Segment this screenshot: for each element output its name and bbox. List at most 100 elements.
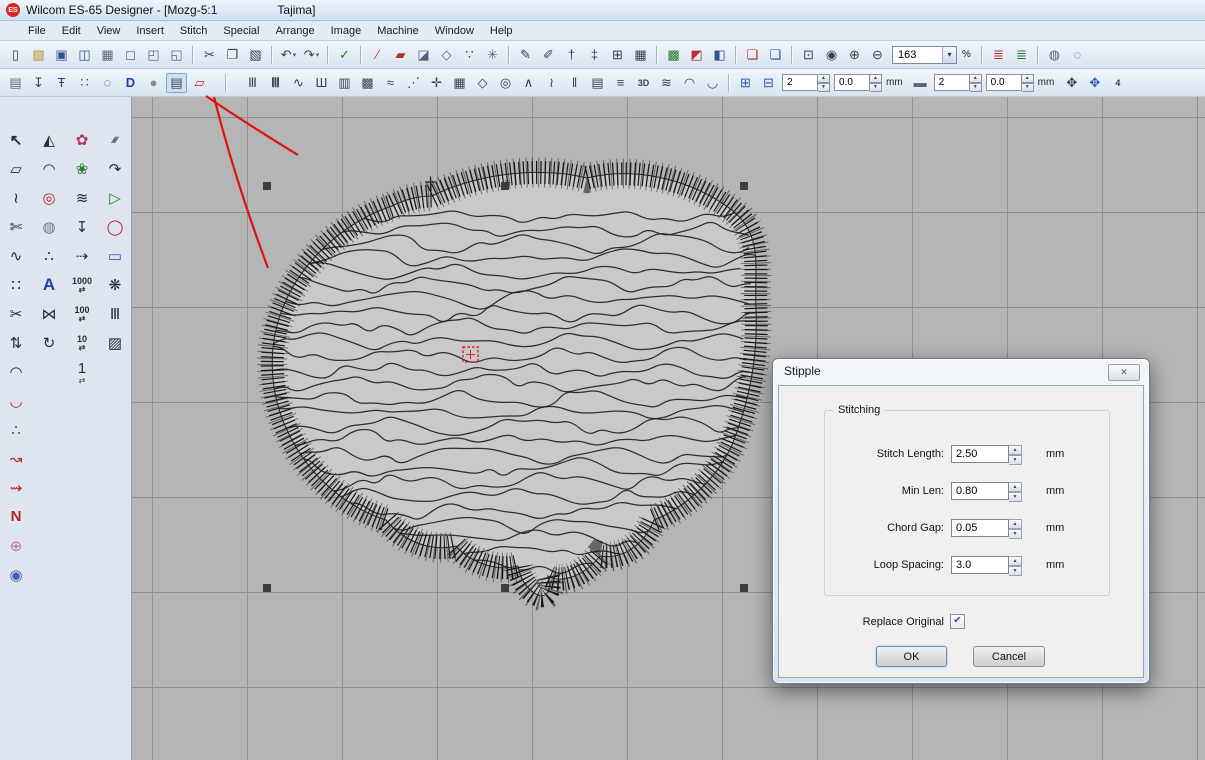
write-to-machine-icon[interactable]: ◰	[143, 45, 164, 65]
rotate-tool[interactable]: ↻	[33, 328, 66, 357]
arc-digitize-tool[interactable]: ↷	[99, 154, 132, 183]
line-fill-icon[interactable]: ≡	[610, 73, 631, 93]
grid-size-input[interactable]	[834, 74, 870, 91]
cut-icon[interactable]: ✂	[199, 45, 220, 65]
overlap-front-icon[interactable]: ❏	[742, 45, 763, 65]
dot-icon[interactable]: ●	[143, 73, 164, 93]
dialog-close-button[interactable]: ✕	[1108, 364, 1140, 381]
spin-down-icon[interactable]: ▼	[818, 83, 830, 92]
reshape-tool[interactable]: ◭	[33, 125, 66, 154]
pan-horizontal-icon[interactable]: ✥	[1061, 73, 1082, 93]
spin-up-icon[interactable]: ▲	[870, 74, 882, 83]
redo-icon[interactable]: ↷▾	[301, 45, 322, 65]
wave-fill-icon[interactable]: ≈	[380, 73, 401, 93]
outline-stitch-icon[interactable]: ◇	[436, 45, 457, 65]
handle-top-left[interactable]	[263, 182, 271, 190]
loop-spacing-spinner[interactable]: ▲▼	[1009, 556, 1022, 574]
outline-view-icon[interactable]: ◌	[97, 73, 118, 93]
guide-size-input[interactable]	[986, 74, 1022, 91]
auto-lettering-icon[interactable]: Ŧ	[51, 73, 72, 93]
loop-spacing-input[interactable]	[951, 556, 1009, 574]
show-outlines-icon[interactable]: ◌	[1067, 45, 1088, 65]
motif-fill-icon[interactable]: ✳	[482, 45, 503, 65]
satin-narrow-icon[interactable]: Ⅲ	[242, 73, 263, 93]
handle-top-right[interactable]	[740, 182, 748, 190]
stitch-edit-tool[interactable]: ∴	[33, 241, 66, 270]
stitch-cross-marks-tool[interactable]: ∴	[0, 415, 33, 444]
color-film-icon[interactable]: ▩	[663, 45, 684, 65]
chevron-down-icon[interactable]: ▾	[942, 47, 956, 63]
travel-1000-tool[interactable]: 1000⇄	[66, 270, 99, 299]
min-len-input[interactable]	[951, 482, 1009, 500]
design-properties-icon[interactable]: ◧	[709, 45, 730, 65]
stipple-run-icon[interactable]: ▤	[166, 73, 187, 93]
menu-window[interactable]: Window	[427, 23, 482, 39]
zigzag-tool[interactable]: ∿	[0, 241, 33, 270]
overview-window-icon[interactable]: ▦	[630, 45, 651, 65]
spiral-fill-icon[interactable]: ◎	[495, 73, 516, 93]
thread-colors-icon[interactable]: ◩	[686, 45, 707, 65]
zoom-level-combo[interactable]: 163 ▾	[892, 46, 957, 64]
contour-fill-icon[interactable]: ◇	[472, 73, 493, 93]
ruler-icon[interactable]: ▬	[910, 73, 931, 93]
sequence-by-color-icon[interactable]: ≣	[988, 45, 1009, 65]
spin-down-icon[interactable]: ▼	[1009, 529, 1022, 539]
pattern-fill-icon[interactable]: ▩	[357, 73, 378, 93]
spin-up-icon[interactable]: ▲	[1009, 519, 1022, 529]
stipple-fill-icon[interactable]: ∵	[459, 45, 480, 65]
dialog-title-bar[interactable]: Stipple	[773, 359, 1149, 383]
column-shape-tool[interactable]: ◠	[33, 154, 66, 183]
undo-icon[interactable]: ↶▾	[278, 45, 299, 65]
spin-up-icon[interactable]: ▲	[970, 74, 982, 83]
menu-stitch[interactable]: Stitch	[172, 23, 216, 39]
guide-major-spinner[interactable]: ▲▼	[970, 74, 982, 91]
ring-tool[interactable]: ◡	[0, 386, 33, 415]
open-design-icon[interactable]: ▨	[28, 45, 49, 65]
dot-fill-icon[interactable]: ⋰	[403, 73, 424, 93]
chevron-down-icon[interactable]: ▾	[293, 51, 297, 59]
save-as-icon[interactable]: ◫	[74, 45, 95, 65]
branching-tool[interactable]: ❀	[66, 154, 99, 183]
run-forward-tool[interactable]: ⇝	[0, 473, 33, 502]
min-len-spinner[interactable]: ▲▼	[1009, 482, 1022, 500]
select-tool[interactable]: ↖	[0, 125, 33, 154]
double-run-icon[interactable]: ‖	[564, 73, 585, 93]
lattice-fill-icon[interactable]: ▦	[449, 73, 470, 93]
n-zigzag-tool[interactable]: N	[0, 502, 33, 531]
zoom-out-icon[interactable]: ⊖	[867, 45, 888, 65]
closed-shape-icon[interactable]: ▱	[189, 73, 210, 93]
menu-insert[interactable]: Insert	[128, 23, 172, 39]
fur-stitch-icon[interactable]: ≋	[656, 73, 677, 93]
pen-icon[interactable]: ✎	[515, 45, 536, 65]
stitch-marks-tool[interactable]: ∷	[0, 270, 33, 299]
weave-fill-icon[interactable]: ▤	[587, 73, 608, 93]
stitch-angles-tool[interactable]: ≋	[66, 183, 99, 212]
chevron-fill-icon[interactable]: ∧	[518, 73, 539, 93]
columns-tool[interactable]: Ⅲ	[99, 299, 132, 328]
threeD-warp-icon[interactable]: 3D	[633, 73, 654, 93]
handle-bottom-center[interactable]	[501, 584, 509, 592]
menu-edit[interactable]: Edit	[54, 23, 89, 39]
arc-up-icon[interactable]: ◠	[679, 73, 700, 93]
paste-icon[interactable]: ▧	[245, 45, 266, 65]
menu-image[interactable]: Image	[323, 23, 370, 39]
count-label[interactable]: 4	[1107, 73, 1128, 93]
chord-gap-input[interactable]	[951, 519, 1009, 537]
drop-needle-tool[interactable]: ↧	[66, 212, 99, 241]
run-backward-tool[interactable]: ↝	[0, 444, 33, 473]
snap-to-grid-icon[interactable]: ⊟	[758, 73, 779, 93]
tatami-fill-icon[interactable]: ▥	[334, 73, 355, 93]
travel-100-tool[interactable]: 100⇄	[66, 299, 99, 328]
travel-1-tool[interactable]: 1⇄	[66, 357, 99, 386]
menu-view[interactable]: View	[89, 23, 129, 39]
cross-stitch-icon[interactable]: ✛	[426, 73, 447, 93]
new-design-icon[interactable]: ▯	[5, 45, 26, 65]
mirror-merge-tool[interactable]: ⋈	[33, 299, 66, 328]
chord-gap-spinner[interactable]: ▲▼	[1009, 519, 1022, 537]
string-stitch-icon[interactable]: ≀	[541, 73, 562, 93]
ellipse-tool[interactable]: ◯	[99, 212, 132, 241]
brain-embroidery-object[interactable]	[266, 172, 757, 595]
read-from-machine-icon[interactable]: ◱	[166, 45, 187, 65]
sequence-by-object-icon[interactable]: ≣	[1011, 45, 1032, 65]
needle-up-icon[interactable]: †	[561, 45, 582, 65]
